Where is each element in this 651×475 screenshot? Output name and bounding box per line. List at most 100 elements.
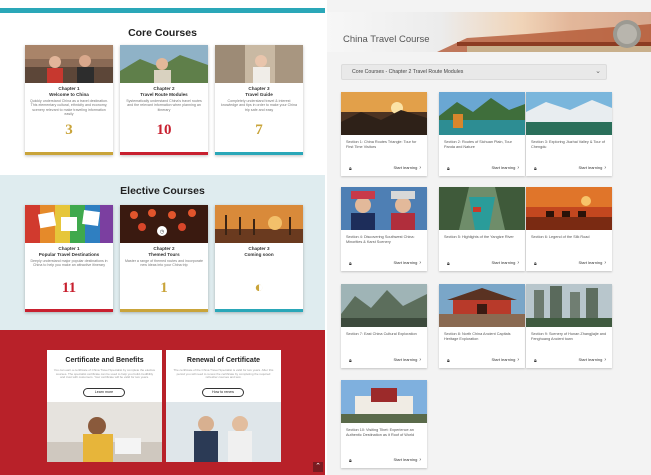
start-learning-button[interactable]: Start learning › (579, 165, 606, 171)
core-card-1-count: 3 (65, 122, 73, 138)
chevron-right-icon: › (517, 357, 519, 363)
chapter-select-dropdown[interactable]: Core Courses - Chapter 2 Travel Route Mo… (341, 64, 607, 80)
how-to-renew-button[interactable]: How to renew (202, 388, 244, 397)
elective-card-2-bar (120, 309, 208, 312)
chevron-right-icon: › (604, 165, 606, 171)
core-courses-section: Core Courses Chapter 1 Welcome to China Q… (0, 13, 325, 173)
start-learning-button[interactable]: Start learning › (394, 457, 421, 463)
start-learning-label: Start learning (393, 165, 418, 170)
core-card-3-chapter: Chapter 3 (248, 86, 270, 91)
module-tile-9[interactable]: Section 9: Scenery of Hunan Zhangjiajie … (526, 284, 612, 368)
lock-icon: 🔒︎ (534, 166, 537, 172)
module-tile-8[interactable]: Section 8: North China Ancient Capitals … (439, 284, 525, 368)
start-learning-button[interactable]: Start learning › (579, 357, 606, 363)
lock-icon: 🔒︎ (349, 358, 352, 364)
core-card-chapter-1[interactable]: Chapter 1 Welcome to China Quickly unders… (25, 45, 113, 155)
elective-card-3-image (215, 205, 303, 243)
chevron-right-icon: › (419, 357, 421, 363)
start-learning-button[interactable]: Start learning › (394, 260, 421, 266)
module-1-image (341, 92, 427, 135)
module-1-title: Section 1: China Routes Triangle: Tour f… (346, 140, 417, 149)
module-tile-6[interactable]: Section 6: Legend of the Silk Road 🔒︎ St… (526, 187, 612, 271)
elective-card-2-chapter: Chapter 2 (153, 246, 175, 251)
module-tile-3[interactable]: Section 3: Exploring Jiuzhai Valley & To… (526, 92, 612, 176)
elective-card-1-description: Deeply understand major popular destinat… (30, 259, 108, 268)
core-card-2-chapter: Chapter 2 (153, 86, 175, 91)
module-tile-2[interactable]: Section 2: Routes of Sichuan Plain, Tour… (439, 92, 525, 176)
start-learning-label: Start learning (578, 260, 603, 265)
elective-card-chapter-1[interactable]: Chapter 1 Popular Travel Destinations Dee… (25, 205, 113, 312)
module-10-title: Section 10: Visiting Tibet: Experience a… (346, 428, 415, 437)
certificate-benefits-text: You can earn a certificate of China Trav… (53, 369, 156, 380)
elective-card-1-image (25, 205, 113, 243)
elective-card-chapter-3[interactable]: Chapter 3 Coming soon ◐ (215, 205, 303, 312)
start-learning-button[interactable]: Start learning › (492, 260, 519, 266)
start-learning-label: Start learning (578, 165, 603, 170)
start-learning-button[interactable]: Start learning › (579, 260, 606, 266)
lock-icon: 🔒︎ (447, 358, 450, 364)
core-courses-title: Core Courses (128, 27, 197, 39)
chevron-right-icon: › (604, 357, 606, 363)
elective-card-2-name: Themed Tours (148, 251, 180, 257)
module-5-title: Section 5: Highlights of the Yangtze Riv… (444, 235, 514, 239)
lock-icon: 🔒︎ (534, 358, 537, 364)
elective-card-1-count: 11 (61, 280, 77, 296)
back-to-top-button[interactable]: ⌃ (313, 462, 323, 472)
certificate-benefits-title: Certificate and Benefits (65, 357, 144, 364)
lock-icon: 🔒︎ (349, 166, 352, 172)
module-tile-5[interactable]: Section 5: Highlights of the Yangtze Riv… (439, 187, 525, 271)
elective-card-3-name: Coming soon (244, 251, 274, 257)
start-learning-button[interactable]: Start learning › (394, 357, 421, 363)
module-9-title: Section 9: Scenery of Hunan Zhangjiajie … (531, 332, 607, 341)
core-card-chapter-3[interactable]: Chapter 3 Travel Guide Completely underst… (215, 45, 303, 155)
core-card-3-name: Travel Guide (245, 91, 273, 97)
certificate-section: Certificate and Benefits You can earn a … (0, 330, 325, 475)
start-learning-label: Start learning (491, 260, 516, 265)
module-tile-7[interactable]: Section 7: East China Cultural Explorati… (341, 284, 427, 368)
core-card-chapter-2[interactable]: Chapter 2 Travel Route Modules Systematic… (120, 45, 208, 155)
chevron-right-icon: › (517, 165, 519, 171)
lock-icon: 🔒︎ (534, 261, 537, 267)
start-learning-label: Start learning (491, 165, 516, 170)
module-7-image (341, 284, 427, 327)
banner-title: China Travel Course (343, 34, 430, 45)
core-card-3-image (215, 45, 303, 83)
module-2-title: Section 2: Routes of Sichuan Plain, Tour… (444, 140, 512, 149)
start-learning-label: Start learning (393, 260, 418, 265)
elective-card-3-chapter: Chapter 3 (248, 246, 270, 251)
elective-card-3-coming-soon-icon: ◐ (254, 280, 264, 296)
renewal-certificate-title: Renewal of Certificate (186, 357, 261, 364)
start-learning-button[interactable]: Start learning › (492, 357, 519, 363)
elective-card-2-image: ◷ (120, 205, 208, 243)
module-tile-1[interactable]: Section 1: China Routes Triangle: Tour f… (341, 92, 427, 176)
renewal-certificate-photo (166, 402, 281, 462)
lock-icon: 🔒︎ (447, 166, 450, 172)
certificate-benefits-card: Certificate and Benefits You can earn a … (47, 350, 162, 462)
chevron-down-icon: ⌄ (595, 68, 601, 75)
elective-card-1-bar (25, 309, 113, 312)
learn-more-button[interactable]: Learn more (83, 388, 125, 397)
elective-card-chapter-2[interactable]: ◷ Chapter 2 Themed Tours Master a range o… (120, 205, 208, 312)
core-card-1-name: Welcome to China (49, 91, 89, 97)
certificate-benefits-photo (47, 402, 162, 462)
module-10-image (341, 380, 427, 423)
course-overview-page: Core Courses Chapter 1 Welcome to China Q… (0, 0, 325, 475)
module-6-image (526, 187, 612, 230)
renewal-certificate-card: Renewal of Certificate The certificate o… (166, 350, 281, 462)
start-learning-button[interactable]: Start learning › (394, 165, 421, 171)
core-card-3-count: 7 (255, 122, 263, 138)
elective-card-1-name: Popular Travel Destinations (38, 251, 100, 257)
start-learning-button[interactable]: Start learning › (492, 165, 519, 171)
core-card-2-bar (120, 152, 208, 155)
chevron-right-icon: › (419, 260, 421, 266)
elective-card-2-count: 1 (160, 280, 168, 296)
core-card-2-name: Travel Route Modules (140, 91, 188, 97)
chevron-right-icon: › (419, 457, 421, 463)
core-card-1-chapter: Chapter 1 (58, 86, 80, 91)
module-tile-10[interactable]: Section 10: Visiting Tibet: Experience a… (341, 380, 427, 468)
module-2-image (439, 92, 525, 135)
module-tile-4[interactable]: Section 4: Discovering Southwest China: … (341, 187, 427, 271)
module-7-title: Section 7: East China Cultural Explorati… (346, 332, 417, 336)
core-card-1-description: Quickly understand China as a travel des… (29, 99, 109, 117)
lock-icon: 🔒︎ (349, 261, 352, 267)
